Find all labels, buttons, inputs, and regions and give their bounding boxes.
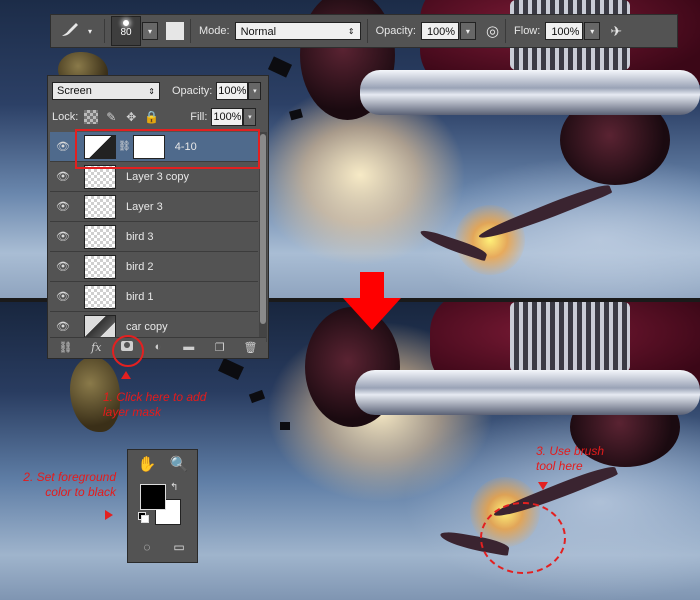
layer-opacity-value: 100% [218, 85, 247, 97]
blend-mode-value: Screen [57, 85, 92, 97]
lock-label: Lock: [52, 111, 79, 123]
layer-thumbnail [84, 194, 116, 219]
brush-area-circle [480, 502, 566, 574]
layer-name: car copy [126, 320, 168, 333]
eye-icon[interactable]: 👁 [50, 230, 76, 243]
layer-opacity-dropdown[interactable]: ▾ [248, 82, 262, 100]
flow-value: 100% [551, 26, 580, 38]
default-colors-icon[interactable] [138, 512, 149, 523]
layer-thumbnail [84, 224, 116, 249]
layer-name: bird 1 [126, 290, 154, 303]
layer-name: Layer 3 [126, 200, 163, 213]
brush-picker-dropdown[interactable]: ▾ [142, 22, 158, 40]
layer-name: bird 2 [126, 260, 154, 273]
eye-icon[interactable]: 👁 [50, 260, 76, 273]
car-bumper [355, 370, 700, 415]
layer-row-bird-2[interactable]: 👁 bird 2 [50, 252, 258, 282]
brush-icon[interactable] [59, 21, 81, 42]
layer-thumbnail [84, 254, 116, 279]
blend-mode-select[interactable]: Screen ⇕ [52, 82, 160, 100]
opacity-dropdown[interactable]: ▾ [459, 22, 476, 40]
annotation-step-1-line-1: 1. Click here to add [103, 390, 207, 404]
screen-mode-icon[interactable]: ▭ [168, 536, 190, 558]
opacity-input[interactable]: 100% [420, 22, 459, 40]
annotation-step-2-line-1: 2. Set foreground [23, 470, 116, 484]
lock-transparent-icon[interactable] [84, 110, 99, 124]
new-layer-icon[interactable]: ❐ [211, 341, 229, 354]
layer-name: bird 3 [126, 230, 154, 243]
adjustment-layer-icon[interactable]: ◐ [149, 341, 167, 353]
annotation-step-1: 1. Click here to add layer mask [103, 390, 206, 420]
bird-glow [455, 205, 525, 275]
annotation-step-3: 3. Use brush tool here [536, 444, 604, 474]
mode-value: Normal [240, 26, 277, 38]
layers-panel: Screen ⇕ Opacity: 100% ▾ Lock: ✎ ✥ 🔒 Fill… [47, 75, 269, 359]
lock-image-icon[interactable]: ✎ [104, 110, 118, 124]
layer-row-bird-1[interactable]: 👁 bird 1 [50, 282, 258, 312]
fx-icon[interactable]: fx [87, 341, 105, 354]
arrow-up-icon [121, 371, 131, 379]
fill-value: 100% [213, 111, 242, 123]
link-icon[interactable]: ⛓ [56, 341, 74, 354]
layers-panel-footer: ⛓ fx ◐ ▬ ❐ 🗑 [50, 337, 266, 356]
layer-thumbnail [84, 284, 116, 309]
mode-select[interactable]: Normal ⇕ [234, 22, 361, 40]
flow-input[interactable]: 100% [545, 22, 584, 40]
fill-input[interactable]: 100% [211, 108, 244, 126]
annotation-step-3-line-1: 3. Use brush [536, 444, 605, 458]
annotation-step-3-line-2: tool here [536, 459, 583, 473]
layer-opacity-input[interactable]: 100% [216, 82, 249, 100]
tutorial-screenshot: ▾ 80 ▾ Mode: Normal ⇕ Opacity: 100% ▾ ◎ F… [0, 0, 700, 600]
tool-preset-dropdown[interactable]: ▾ [82, 22, 98, 40]
tools-panel: ✋ 🔍 ↰ ◌ ▭ [127, 449, 198, 563]
layers-scrollbar[interactable] [259, 132, 267, 342]
airbrush-icon[interactable]: ✈ [610, 23, 622, 40]
foreground-color-swatch[interactable] [140, 484, 166, 510]
annotation-step-2-line-2: color to black [45, 485, 116, 499]
zoom-icon[interactable]: 🔍 [168, 454, 190, 476]
hand-icon[interactable]: ✋ [136, 454, 158, 476]
brush-size-value: 80 [120, 27, 132, 38]
layer-opacity-label: Opacity: [172, 85, 213, 97]
eye-icon[interactable]: 👁 [50, 170, 76, 183]
fill-dropdown[interactable]: ▾ [243, 108, 257, 126]
arrow-down-icon [343, 272, 401, 330]
layer-row-bird-3[interactable]: 👁 bird 3 [50, 222, 258, 252]
flow-label: Flow: [514, 25, 541, 37]
annotation-step-1-line-2: layer mask [103, 405, 162, 419]
active-layer-highlight [75, 129, 260, 169]
quick-mask-icon[interactable]: ◌ [136, 536, 158, 558]
arrow-right-icon [105, 510, 113, 520]
brush-panel-toggle-icon[interactable] [166, 22, 184, 40]
layer-row-layer-3[interactable]: 👁 Layer 3 [50, 192, 258, 222]
eye-icon[interactable]: 👁 [50, 140, 76, 153]
mode-label: Mode: [199, 25, 230, 37]
eye-icon[interactable]: 👁 [50, 200, 76, 213]
car-bumper [360, 70, 700, 115]
opacity-value: 100% [426, 26, 456, 38]
annotation-step-2: 2. Set foreground color to black [18, 470, 116, 500]
debris [280, 422, 290, 430]
swap-colors-icon[interactable]: ↰ [170, 482, 178, 493]
folder-icon[interactable]: ▬ [180, 341, 198, 353]
scrollbar-thumb[interactable] [260, 134, 266, 324]
arrow-down-icon [538, 482, 548, 490]
mask-button-highlight-circle [112, 335, 144, 367]
lock-position-icon[interactable]: ✥ [124, 110, 138, 124]
pressure-opacity-icon[interactable]: ◎ [486, 22, 499, 40]
trash-icon[interactable]: 🗑 [241, 341, 259, 354]
opacity-label: Opacity: [375, 25, 416, 37]
layer-thumbnail [84, 314, 116, 339]
eye-icon[interactable]: 👁 [50, 290, 76, 303]
brush-size-preview[interactable]: 80 [111, 16, 141, 46]
flow-dropdown[interactable]: ▾ [584, 22, 601, 40]
layer-name: Layer 3 copy [126, 170, 189, 183]
brush-options-bar: ▾ 80 ▾ Mode: Normal ⇕ Opacity: 100% ▾ ◎ F… [50, 14, 678, 48]
eye-icon[interactable]: 👁 [50, 320, 76, 333]
lock-all-icon[interactable]: 🔒 [144, 110, 159, 124]
car-grille [510, 302, 630, 372]
fill-label: Fill: [190, 111, 208, 123]
